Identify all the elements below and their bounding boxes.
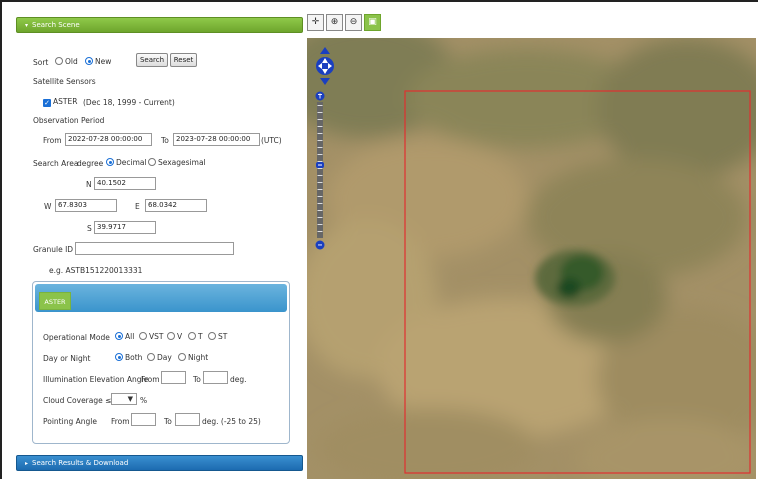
search-scene-header[interactable]: ▾ Search Scene [16, 17, 303, 33]
cloud-coverage-unit: % [140, 396, 148, 405]
aster-sensor-label: ASTER [53, 97, 78, 106]
granule-id-input[interactable] [75, 242, 234, 255]
cloud-coverage-select[interactable]: ▼ [111, 393, 137, 405]
pointing-from-input[interactable] [131, 413, 156, 426]
pointing-to-label: To [164, 417, 172, 426]
granule-id-label: Granule ID [33, 245, 74, 254]
to-date-input[interactable]: 2023-07-28 00:00:00 [173, 133, 260, 146]
map-area: ✛ ⊕ ⊖ ▣ [305, 0, 758, 479]
timezone-label: (UTC) [261, 136, 282, 145]
night-radio[interactable]: Night [178, 353, 208, 362]
day-night-label: Day or Night [43, 354, 91, 363]
reset-button[interactable]: Reset [170, 53, 197, 67]
decimal-label: Decimal [116, 158, 147, 167]
west-input[interactable]: 67.8303 [55, 199, 117, 212]
decimal-radio[interactable]: Decimal [106, 158, 147, 167]
mode-v-label: V [177, 332, 183, 341]
radio-icon [178, 353, 186, 361]
select-tool-icon[interactable]: ▣ [364, 14, 381, 31]
search-button[interactable]: Search [136, 53, 168, 67]
search-panel: ▾ Search Scene Sort Old New Search Reset … [0, 0, 305, 479]
day-radio[interactable]: Day [147, 353, 172, 362]
sort-new-label: New [95, 57, 112, 66]
cloud-coverage-label: Cloud Coverage ≤ [43, 396, 112, 405]
pointing-from-label: From [111, 417, 130, 426]
chevron-down-icon: ▼ [127, 395, 133, 403]
mode-vst-label: VST [149, 332, 164, 341]
illumination-from-label: From [141, 375, 160, 384]
aster-tab[interactable]: ASTER [39, 292, 71, 310]
north-label: N [86, 180, 92, 189]
illumination-label: Illumination Elevation Angle [43, 375, 149, 384]
radio-icon [147, 353, 155, 361]
satellite-map[interactable] [307, 38, 756, 479]
radio-selected-icon [115, 353, 123, 361]
sort-old-radio[interactable]: Old [55, 57, 78, 66]
radio-icon [148, 158, 156, 166]
sexagesimal-label: Sexagesimal [158, 158, 206, 167]
operational-mode-label: Operational Mode [43, 333, 110, 342]
zoom-in-tool-icon[interactable]: ⊕ [326, 14, 343, 31]
aster-date-range: (Dec 18, 1999 - Current) [83, 98, 175, 107]
mode-all-label: All [125, 332, 135, 341]
illumination-to-label: To [193, 375, 201, 384]
chevron-right-icon: ▸ [25, 460, 29, 467]
mode-st-radio[interactable]: ST [208, 332, 227, 341]
sort-label: Sort [33, 58, 49, 67]
observation-period-label: Observation Period [33, 116, 105, 125]
radio-icon [208, 332, 216, 340]
to-label: To [161, 136, 169, 145]
zoom-out-tool-icon[interactable]: ⊖ [345, 14, 362, 31]
mode-v-radio[interactable]: V [167, 332, 182, 341]
zoom-slider[interactable] [315, 90, 325, 252]
granule-example: e.g. ASTB151220013331 [49, 266, 143, 275]
pointing-angle-label: Pointing Angle [43, 417, 97, 426]
sort-old-label: Old [65, 57, 78, 66]
search-scene-title: Search Scene [32, 21, 80, 29]
night-label: Night [188, 353, 209, 362]
radio-selected-icon [115, 332, 123, 340]
chevron-down-icon: ▾ [25, 22, 29, 29]
from-date-input[interactable]: 2022-07-28 00:00:00 [65, 133, 152, 146]
satellite-imagery [307, 38, 756, 479]
illumination-from-input[interactable] [161, 371, 186, 384]
pan-control[interactable] [315, 46, 335, 86]
east-input[interactable]: 68.0342 [145, 199, 207, 212]
both-radio[interactable]: Both [115, 353, 142, 362]
illumination-to-input[interactable] [203, 371, 228, 384]
mode-st-label: ST [218, 332, 228, 341]
radio-icon [167, 332, 175, 340]
mode-all-radio[interactable]: All [115, 332, 134, 341]
mode-t-label: T [198, 332, 203, 341]
search-results-header[interactable]: ▸ Search Results & Download [16, 455, 303, 471]
sort-new-radio[interactable]: New [85, 57, 111, 66]
north-input[interactable]: 40.1502 [94, 177, 156, 190]
aster-sensor-checkbox[interactable]: ✓ ASTER [43, 97, 77, 107]
search-area-label: Search Area [33, 159, 79, 168]
from-label: From [43, 136, 62, 145]
aster-tab-bar: ASTER [35, 284, 287, 312]
mode-vst-radio[interactable]: VST [139, 332, 163, 341]
day-label: Day [157, 353, 172, 362]
both-label: Both [125, 353, 143, 362]
pointing-angle-unit: deg. (-25 to 25) [202, 417, 261, 426]
west-label: W [44, 202, 52, 211]
search-results-title: Search Results & Download [32, 459, 129, 467]
satellite-sensors-label: Satellite Sensors [33, 77, 96, 86]
south-input[interactable]: 39.9717 [94, 221, 156, 234]
radio-icon [139, 332, 147, 340]
south-label: S [87, 224, 92, 233]
mode-t-radio[interactable]: T [188, 332, 203, 341]
degree-label: degree [77, 159, 104, 168]
radio-icon [55, 57, 63, 65]
radio-selected-icon [85, 57, 93, 65]
pointing-to-input[interactable] [175, 413, 200, 426]
illumination-unit: deg. [230, 375, 247, 384]
east-label: E [135, 202, 140, 211]
radio-selected-icon [106, 158, 114, 166]
radio-icon [188, 332, 196, 340]
pan-tool-icon[interactable]: ✛ [307, 14, 324, 31]
sexagesimal-radio[interactable]: Sexagesimal [148, 158, 206, 167]
checkmark-icon: ✓ [43, 99, 51, 107]
